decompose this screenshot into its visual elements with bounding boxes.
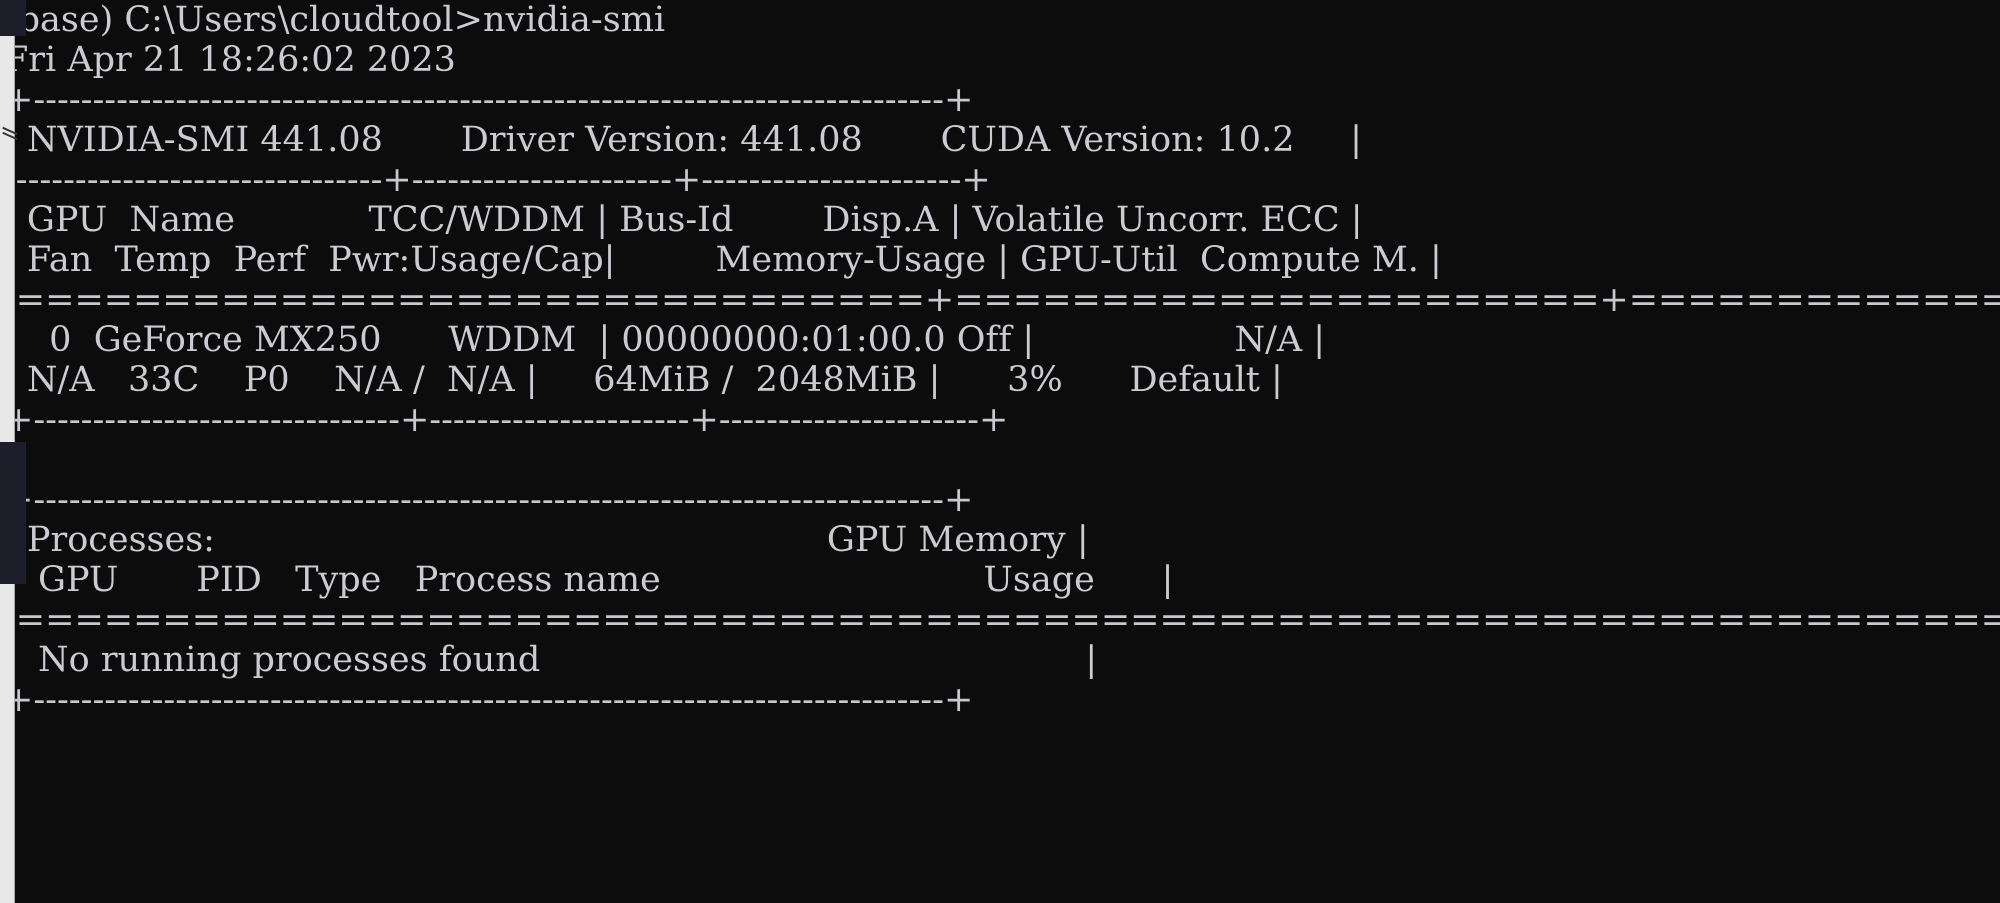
- scroll-arrow-icon[interactable]: [0, 126, 22, 142]
- terminal-console[interactable]: (base) C:\Users\cloudtool>nvidia-smi Fri…: [0, 0, 2000, 903]
- version-bar-line: | NVIDIA-SMI 441.08 Driver Version: 441.…: [4, 120, 1362, 160]
- window-edge-middle: [0, 442, 26, 584]
- gpu-header-row-1: | GPU Name TCC/WDDM | Bus-Id Disp.A | Vo…: [4, 200, 1363, 240]
- version-bar-separator: |-------------------------------+-------…: [4, 160, 991, 200]
- processes-title-line: | Processes: GPU Memory |: [4, 520, 1089, 560]
- prompt-line: (base) C:\Users\cloudtool>nvidia-smi: [4, 0, 666, 40]
- scrollbar-track-upper[interactable]: [0, 196, 15, 442]
- scrollbar-track-lower[interactable]: [0, 584, 15, 903]
- window-edge-top: [0, 0, 26, 36]
- window-left-chrome: [0, 0, 26, 903]
- gpu-table-bottom-border: +-------------------------------+-------…: [4, 400, 1009, 440]
- gpu-row-0-line-1: | 0 GeForce MX250 WDDM | 00000000:01:00.…: [4, 320, 1326, 360]
- scrollbar-thumb-upper[interactable]: [0, 36, 15, 196]
- processes-empty-message-line: | No running processes found |: [4, 640, 1098, 680]
- processes-header-line: | GPU PID Type Process name Usage |: [4, 560, 1174, 600]
- gpu-row-0-line-2: | N/A 33C P0 N/A / N/A | 64MiB / 2048MiB…: [4, 360, 1283, 400]
- timestamp-line: Fri Apr 21 18:26:02 2023: [4, 40, 456, 80]
- processes-top-border: +---------------------------------------…: [4, 480, 974, 520]
- table-top-border: +---------------------------------------…: [4, 80, 974, 120]
- processes-header-separator: |=======================================…: [4, 600, 2000, 640]
- processes-bottom-border: +---------------------------------------…: [4, 680, 974, 720]
- gpu-header-row-2: | Fan Temp Perf Pwr:Usage/Cap| Memory-Us…: [4, 240, 1442, 280]
- gpu-header-separator: |===============================+=======…: [4, 280, 2000, 320]
